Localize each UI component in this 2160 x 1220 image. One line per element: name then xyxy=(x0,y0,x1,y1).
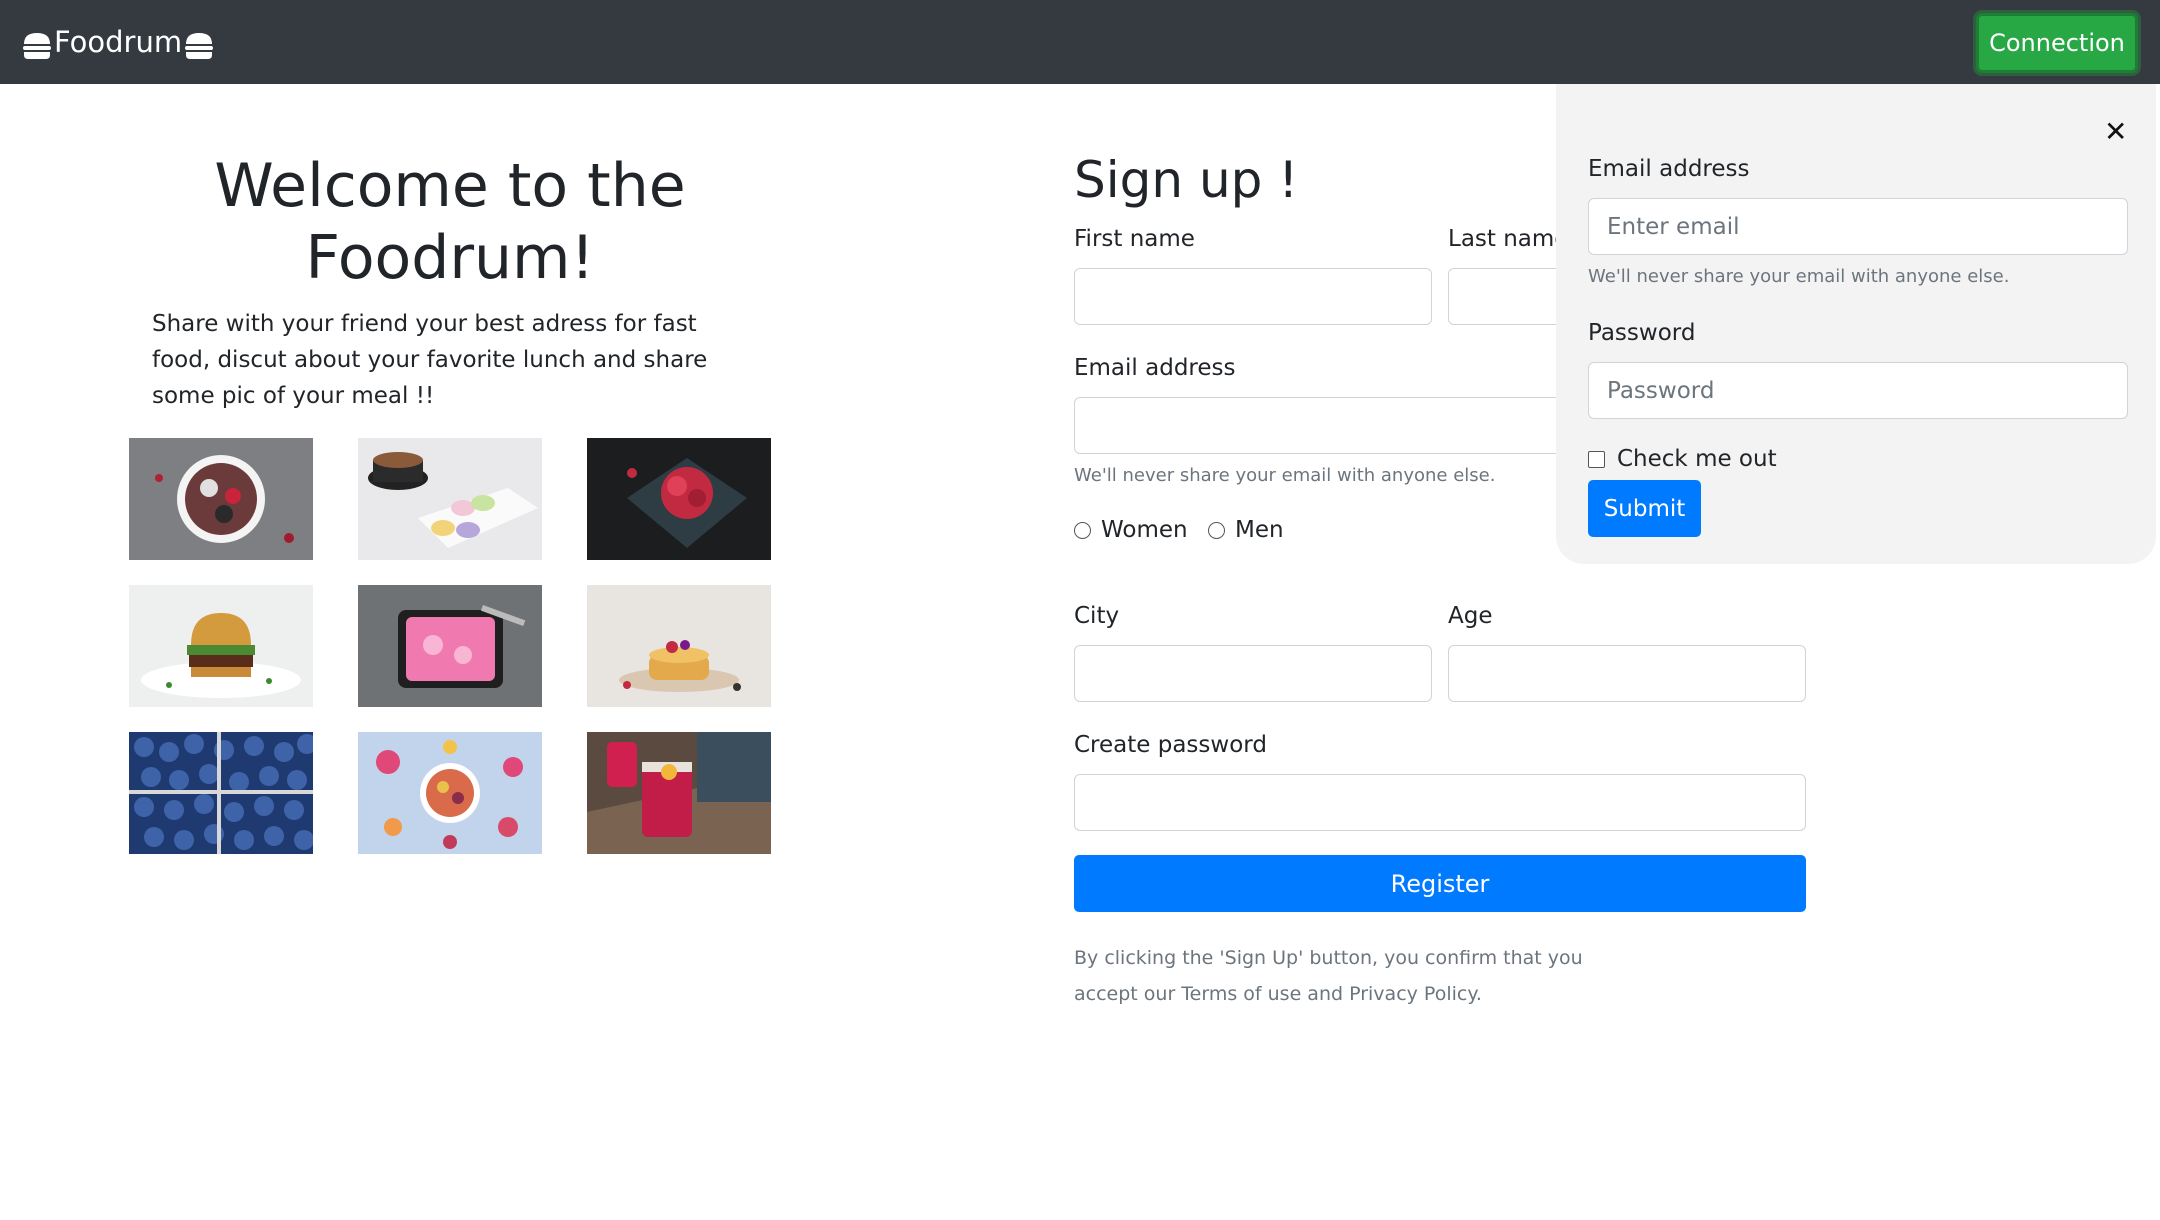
welcome-text: Share with your friend your best adress … xyxy=(152,311,708,409)
check-me-out-checkbox[interactable] xyxy=(1588,450,1605,468)
city-label: City xyxy=(1074,603,1120,629)
photo-fruit-bowl[interactable] xyxy=(358,732,542,854)
photo-raspberry-dessert[interactable] xyxy=(587,438,771,560)
create-password-input[interactable] xyxy=(1074,774,1806,831)
age-label: Age xyxy=(1448,603,1493,629)
brand-label: Foodrum xyxy=(54,25,183,59)
gender-men-option[interactable]: Men xyxy=(1208,517,1284,543)
welcome-title: Welcome to the Foodrum! xyxy=(214,151,686,293)
radio-men-label: Men xyxy=(1235,517,1284,543)
radio-women[interactable] xyxy=(1074,521,1091,539)
login-password-label: Password xyxy=(1588,320,1696,346)
check-me-out-option[interactable]: Check me out xyxy=(1588,446,1777,472)
connection-button[interactable]: Connection xyxy=(1976,13,2138,73)
photo-burger[interactable] xyxy=(129,585,313,707)
burger-icon xyxy=(22,28,52,59)
email-label: Email address xyxy=(1074,355,1236,381)
navbar: Foodrum Connection xyxy=(0,0,2160,84)
photo-red-drink[interactable] xyxy=(587,732,771,854)
age-input[interactable] xyxy=(1448,645,1806,702)
email-help-text: We'll never share your email with anyone… xyxy=(1074,465,1496,486)
brand[interactable]: Foodrum xyxy=(22,20,214,64)
login-password-input[interactable] xyxy=(1588,362,2128,419)
create-password-label: Create password xyxy=(1074,732,1267,758)
photo-pancakes-berries[interactable] xyxy=(587,585,771,707)
first-name-label: First name xyxy=(1074,226,1195,252)
photo-blueberries[interactable] xyxy=(129,732,313,854)
login-email-label: Email address xyxy=(1588,156,1750,182)
last-name-label: Last name xyxy=(1448,226,1569,252)
login-email-input[interactable] xyxy=(1588,198,2128,255)
burger-icon xyxy=(184,28,214,59)
terms-text: By clicking the 'Sign Up' button, you co… xyxy=(1074,947,1583,1005)
check-me-out-label: Check me out xyxy=(1617,446,1777,472)
submit-button[interactable]: Submit xyxy=(1588,480,1701,537)
register-button[interactable]: Register xyxy=(1074,855,1806,912)
city-input[interactable] xyxy=(1074,645,1432,702)
close-icon[interactable]: ✕ xyxy=(2104,118,2127,146)
login-email-help-text: We'll never share your email with anyone… xyxy=(1588,266,2010,287)
radio-women-label: Women xyxy=(1101,517,1188,543)
radio-men[interactable] xyxy=(1208,521,1225,539)
photo-coffee-macarons[interactable] xyxy=(358,438,542,560)
photo-gallery xyxy=(129,438,771,854)
first-name-input[interactable] xyxy=(1074,268,1432,325)
photo-pink-ice-cream[interactable] xyxy=(358,585,542,707)
gender-women-option[interactable]: Women xyxy=(1074,517,1188,543)
signup-title: Sign up ! xyxy=(1074,151,1299,209)
photo-acai-bowl[interactable] xyxy=(129,438,313,560)
